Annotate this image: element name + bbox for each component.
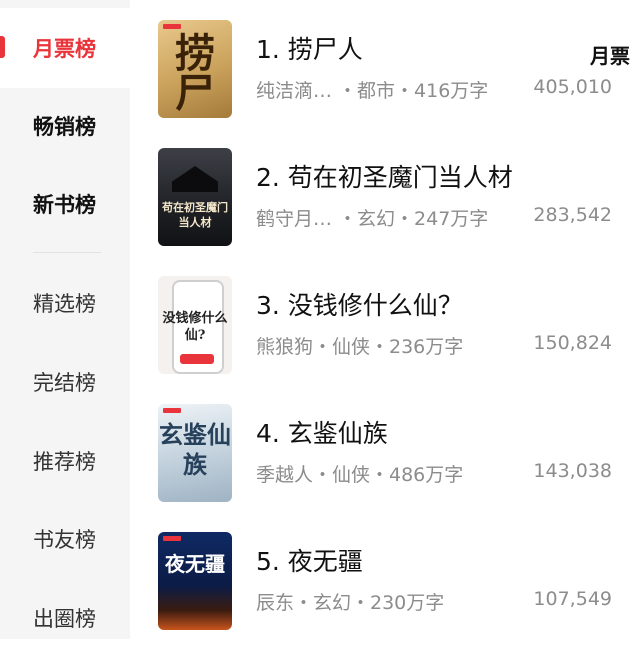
sidebar-item-completed[interactable]: 完结榜	[0, 342, 130, 422]
ticket-count: 150,824	[533, 332, 612, 354]
sidebar-divider	[33, 252, 101, 253]
book-cover[interactable]: 捞尸	[158, 20, 232, 118]
book-title[interactable]: 1. 捞尸人	[256, 30, 363, 66]
book-cover[interactable]: 苟在初圣魔门当人材	[158, 148, 232, 246]
cover-title: 捞尸	[175, 30, 215, 117]
ticket-count: 283,542	[533, 204, 612, 226]
book-title[interactable]: 3. 没钱修什么仙？	[256, 286, 463, 322]
sidebar-item-label: 畅销榜	[33, 115, 96, 139]
sidebar-item-featured[interactable]: 精选榜	[0, 263, 130, 343]
category-sidebar: 月票榜 畅销榜 新书榜 精选榜 完结榜 推荐榜 书友榜 出圈榜	[0, 0, 130, 639]
active-indicator	[0, 36, 5, 58]
cover-title: 夜无疆	[165, 552, 225, 576]
book-meta: 纯洁滴… ・都市・416万字	[256, 80, 489, 102]
book-row[interactable]: 捞尸 1. 捞尸人 纯洁滴… ・都市・416万字 405,010	[158, 20, 628, 124]
book-row[interactable]: 苟在初圣魔门当人材 2. 苟在初圣魔门当人材 鹤守月… ・玄幻・247万字 28…	[158, 148, 628, 252]
cover-title: 苟在初圣魔门当人材	[162, 201, 228, 229]
publisher-logo	[163, 536, 181, 541]
cover-art	[172, 166, 218, 192]
cover-title: 玄鉴仙族	[159, 420, 231, 479]
ticket-count: 107,549	[533, 588, 612, 610]
publisher-logo	[163, 408, 181, 413]
book-row[interactable]: 玄鉴仙族 4. 玄鉴仙族 季越人・仙侠・486万字 143,038	[158, 404, 628, 508]
sidebar-item-label: 出圈榜	[33, 607, 96, 631]
sidebar-item-recommended[interactable]: 推荐榜	[0, 421, 130, 501]
sidebar-item-label: 书友榜	[33, 528, 96, 552]
book-meta: 鹤守月… ・玄幻・247万字	[256, 208, 489, 230]
book-meta: 季越人・仙侠・486万字	[256, 464, 464, 486]
ticket-count: 143,038	[533, 460, 612, 482]
sidebar-item-label: 新书榜	[33, 193, 96, 217]
sidebar-item-bestseller[interactable]: 畅销榜	[0, 86, 130, 166]
book-meta: 辰东・玄幻・230万字	[256, 592, 445, 614]
sidebar-item-reader-friends[interactable]: 书友榜	[0, 499, 130, 579]
publisher-logo	[163, 24, 181, 29]
sidebar-item-breakout[interactable]: 出圈榜	[0, 578, 130, 658]
sidebar-item-label: 精选榜	[33, 292, 96, 316]
book-cover[interactable]: 玄鉴仙族	[158, 404, 232, 502]
book-cover[interactable]: 没钱修什么仙?	[158, 276, 232, 374]
sidebar-item-new-books[interactable]: 新书榜	[0, 164, 130, 244]
book-title[interactable]: 5. 夜无疆	[256, 542, 363, 578]
sidebar-item-label: 推荐榜	[33, 450, 96, 474]
book-meta: 熊狼狗・仙侠・236万字	[256, 336, 464, 358]
sidebar-item-monthly-ticket[interactable]: 月票榜	[0, 8, 130, 88]
book-row[interactable]: 夜无疆 5. 夜无疆 辰东・玄幻・230万字 107,549	[158, 532, 628, 636]
sidebar-item-label: 完结榜	[33, 371, 96, 395]
book-cover[interactable]: 夜无疆	[158, 532, 232, 630]
sidebar-item-label: 月票榜	[33, 37, 96, 61]
ticket-count: 405,010	[533, 76, 612, 98]
cover-tag	[180, 354, 214, 364]
book-row[interactable]: 没钱修什么仙? 3. 没钱修什么仙？ 熊狼狗・仙侠・236万字 150,824	[158, 276, 628, 380]
book-title[interactable]: 4. 玄鉴仙族	[256, 414, 388, 450]
book-title[interactable]: 2. 苟在初圣魔门当人材	[256, 158, 513, 194]
cover-title: 没钱修什么仙?	[162, 311, 228, 343]
